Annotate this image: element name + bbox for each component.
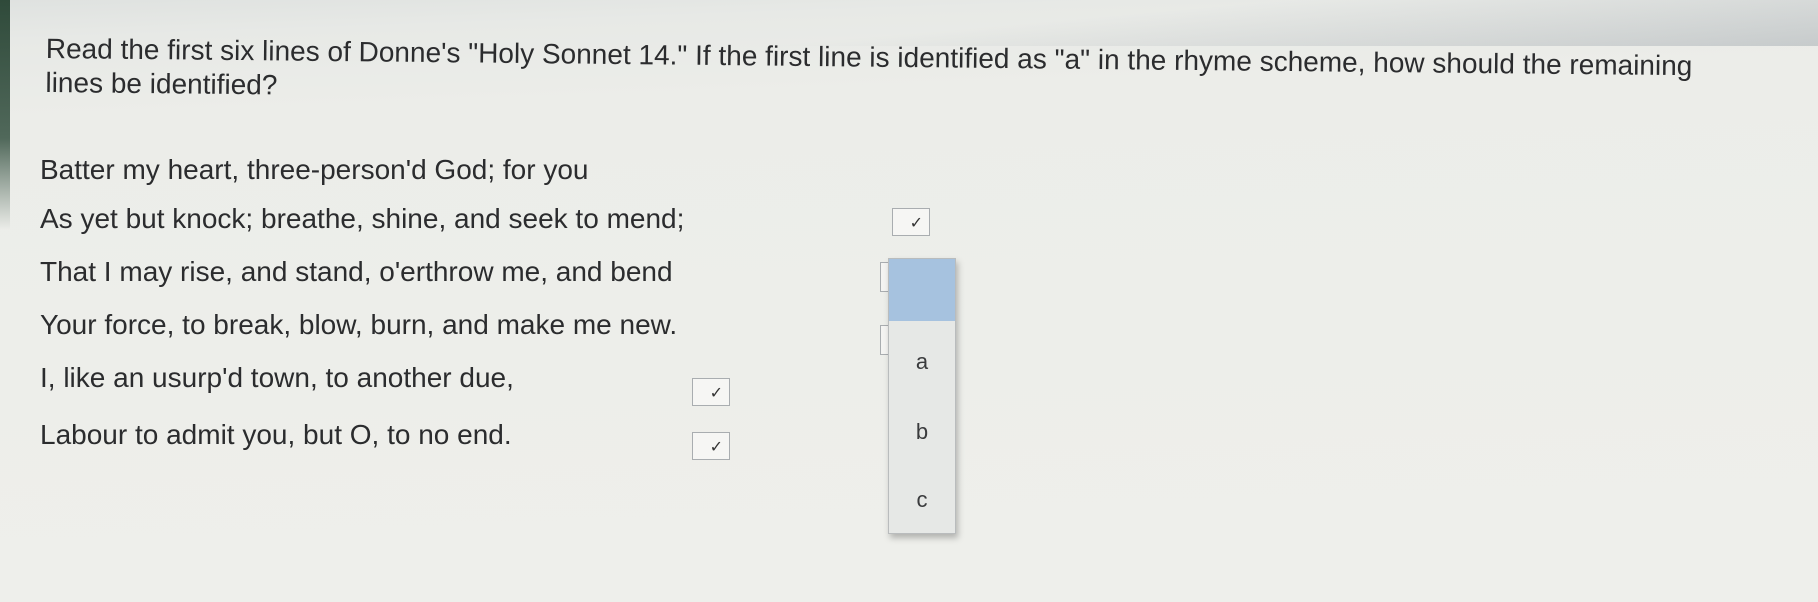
- rhyme-select-line-3[interactable]: [880, 262, 888, 292]
- chevron-down-icon: ✓: [709, 385, 723, 402]
- poem-line-5: I, like an usurp'd town, to another due,: [40, 362, 514, 393]
- rhyme-dropdown-list[interactable]: a b c: [888, 258, 956, 534]
- dropdown-option-c[interactable]: c: [889, 487, 955, 513]
- rhyme-select-line-2[interactable]: ✓: [892, 208, 930, 236]
- poem-line-4: Your force, to break, blow, burn, and ma…: [40, 309, 678, 340]
- rhyme-select-line-4[interactable]: [880, 325, 888, 355]
- poem-line-3: That I may rise, and stand, o'erthrow me…: [40, 256, 673, 287]
- poem-line-2: As yet but knock; breathe, shine, and se…: [40, 203, 685, 234]
- poem-line-1: Batter my heart, three-person'd God; for…: [40, 154, 589, 185]
- chevron-down-icon: ✓: [709, 439, 723, 456]
- dropdown-option-b[interactable]: b: [889, 419, 955, 445]
- dropdown-option-blank[interactable]: [889, 259, 955, 321]
- rhyme-select-line-5[interactable]: ✓: [692, 378, 730, 406]
- dropdown-option-a[interactable]: a: [889, 349, 955, 375]
- poem-line-6: Labour to admit you, but O, to no end.: [40, 419, 512, 450]
- rhyme-select-line-6[interactable]: ✓: [692, 432, 730, 460]
- chevron-down-icon: ✓: [909, 215, 923, 232]
- screen-edge: [0, 0, 10, 230]
